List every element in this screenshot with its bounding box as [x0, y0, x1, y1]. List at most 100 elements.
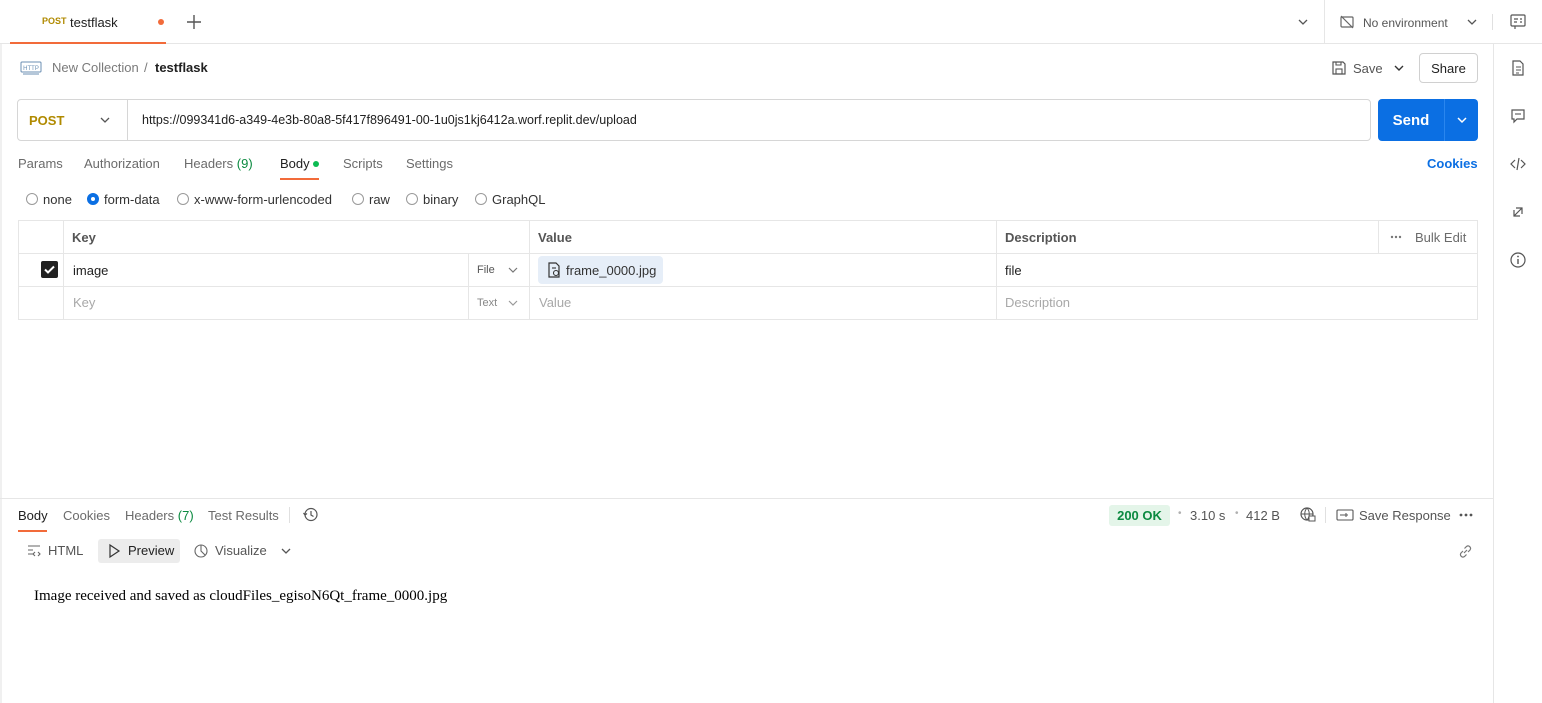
- workspace-icon[interactable]: [1509, 13, 1527, 31]
- related-collections-icon[interactable]: [1509, 203, 1527, 221]
- radio-form-data-label[interactable]: form-data: [104, 192, 160, 207]
- info-icon[interactable]: [1509, 251, 1527, 269]
- view-visualize[interactable]: Visualize: [215, 543, 267, 558]
- top-tab-bar: [0, 0, 1542, 44]
- bullet-separator: •: [1178, 508, 1182, 519]
- chevron-down-icon[interactable]: [506, 263, 520, 277]
- more-options-icon[interactable]: [1389, 232, 1403, 242]
- bullet-separator: •: [1235, 508, 1239, 519]
- radio-binary[interactable]: [406, 193, 418, 205]
- row-type-select[interactable]: File: [477, 264, 495, 276]
- url-input[interactable]: https://099341d6-a349-4e3b-80a8-5f417f89…: [142, 113, 1362, 127]
- active-tab-indicator: [280, 178, 319, 180]
- code-icon[interactable]: [1509, 155, 1527, 173]
- send-label[interactable]: Send: [1378, 112, 1444, 129]
- response-tab-headers-count: (7): [177, 508, 194, 523]
- key-input-placeholder[interactable]: Key: [73, 295, 95, 310]
- tab-headers[interactable]: Headers (9): [184, 156, 253, 171]
- file-icon: [546, 262, 562, 278]
- comments-icon[interactable]: [1509, 107, 1527, 125]
- radio-graphql-label[interactable]: GraphQL: [492, 192, 545, 207]
- html-view-icon: [26, 543, 42, 559]
- chevron-down-icon[interactable]: [1465, 15, 1479, 29]
- divider: [1325, 507, 1326, 523]
- value-input-placeholder[interactable]: Value: [539, 295, 571, 310]
- response-tab-test-results[interactable]: Test Results: [208, 508, 279, 523]
- radio-urlencoded[interactable]: [177, 193, 189, 205]
- active-tab-indicator: [18, 530, 47, 532]
- save-response-button[interactable]: Save Response: [1359, 508, 1451, 523]
- chevron-down-icon[interactable]: [98, 113, 112, 127]
- status-badge[interactable]: 200 OK: [1109, 505, 1170, 526]
- divider: [1444, 99, 1445, 141]
- method-label[interactable]: POST: [29, 113, 64, 128]
- table-divider: [18, 253, 1478, 254]
- bulk-edit-button[interactable]: Bulk Edit: [1415, 230, 1466, 245]
- tab-scripts[interactable]: Scripts: [343, 156, 383, 171]
- response-divider: [0, 498, 1493, 499]
- divider: [289, 507, 290, 523]
- tab-request-name[interactable]: testflask: [70, 15, 118, 30]
- share-button[interactable]: Share: [1419, 53, 1478, 83]
- breadcrumb-request-name[interactable]: testflask: [155, 60, 208, 75]
- radio-form-data[interactable]: [87, 193, 99, 205]
- response-body-text: Image received and saved as cloudFiles_e…: [34, 588, 448, 604]
- right-sidebar: [1493, 44, 1542, 703]
- file-name[interactable]: frame_0000.jpg: [566, 263, 656, 278]
- breadcrumb-separator: /: [144, 60, 148, 75]
- radio-raw-label[interactable]: raw: [369, 192, 390, 207]
- radio-urlencoded-label[interactable]: x-www-form-urlencoded: [194, 192, 332, 207]
- view-html[interactable]: HTML: [48, 543, 83, 558]
- response-tab-body[interactable]: Body: [18, 508, 48, 523]
- environment-selector[interactable]: No environment: [1363, 16, 1448, 30]
- table-divider: [18, 286, 1478, 287]
- radio-graphql[interactable]: [475, 193, 487, 205]
- description-input-placeholder[interactable]: Description: [1005, 295, 1070, 310]
- row-enabled-checkbox[interactable]: [41, 261, 58, 278]
- row-description[interactable]: file: [1005, 263, 1022, 278]
- documentation-icon[interactable]: [1509, 59, 1527, 77]
- radio-binary-label[interactable]: binary: [423, 192, 458, 207]
- save-response-icon[interactable]: [1336, 507, 1354, 523]
- table-divider: [529, 220, 530, 320]
- response-tab-headers[interactable]: Headers (7): [125, 508, 194, 523]
- history-icon[interactable]: [302, 506, 319, 523]
- tab-headers-label: Headers: [184, 156, 234, 171]
- chevron-down-icon[interactable]: [506, 296, 520, 310]
- body-active-dot-icon: [313, 161, 319, 167]
- save-button[interactable]: Save: [1328, 53, 1386, 83]
- row-key[interactable]: image: [73, 263, 108, 278]
- tab-authorization[interactable]: Authorization: [84, 156, 160, 171]
- more-options-icon[interactable]: [1459, 511, 1473, 519]
- response-size[interactable]: 412 B: [1246, 508, 1280, 523]
- chevron-down-icon[interactable]: [1296, 15, 1310, 29]
- column-header-value: Value: [538, 230, 572, 245]
- divider: [1324, 0, 1325, 44]
- column-header-key: Key: [72, 230, 96, 245]
- column-header-description: Description: [1005, 230, 1077, 245]
- radio-none[interactable]: [26, 193, 38, 205]
- chevron-down-icon[interactable]: [279, 544, 293, 558]
- new-row-type-select[interactable]: Text: [477, 297, 497, 309]
- table-divider: [1378, 220, 1379, 253]
- response-tab-cookies[interactable]: Cookies: [63, 508, 110, 523]
- send-options-chevron-icon[interactable]: [1455, 113, 1469, 127]
- network-globe-icon[interactable]: [1299, 506, 1316, 523]
- breadcrumb-collection[interactable]: New Collection: [52, 60, 139, 75]
- divider: [1492, 14, 1493, 30]
- tab-settings[interactable]: Settings: [406, 156, 453, 171]
- link-icon[interactable]: [1457, 543, 1474, 560]
- plus-icon[interactable]: [185, 13, 203, 31]
- table-divider: [996, 220, 997, 320]
- cookies-link[interactable]: Cookies: [1427, 156, 1478, 171]
- tab-body[interactable]: Body: [280, 156, 310, 171]
- response-time[interactable]: 3.10 s: [1190, 508, 1225, 523]
- tab-params[interactable]: Params: [18, 156, 63, 171]
- response-tab-headers-label: Headers: [125, 508, 175, 523]
- radio-raw[interactable]: [352, 193, 364, 205]
- radio-none-label[interactable]: none: [43, 192, 72, 207]
- save-options-chevron-icon[interactable]: [1391, 60, 1407, 76]
- unsaved-dot-icon: [158, 19, 164, 25]
- view-preview[interactable]: Preview: [128, 543, 174, 558]
- no-environment-icon: [1339, 14, 1355, 30]
